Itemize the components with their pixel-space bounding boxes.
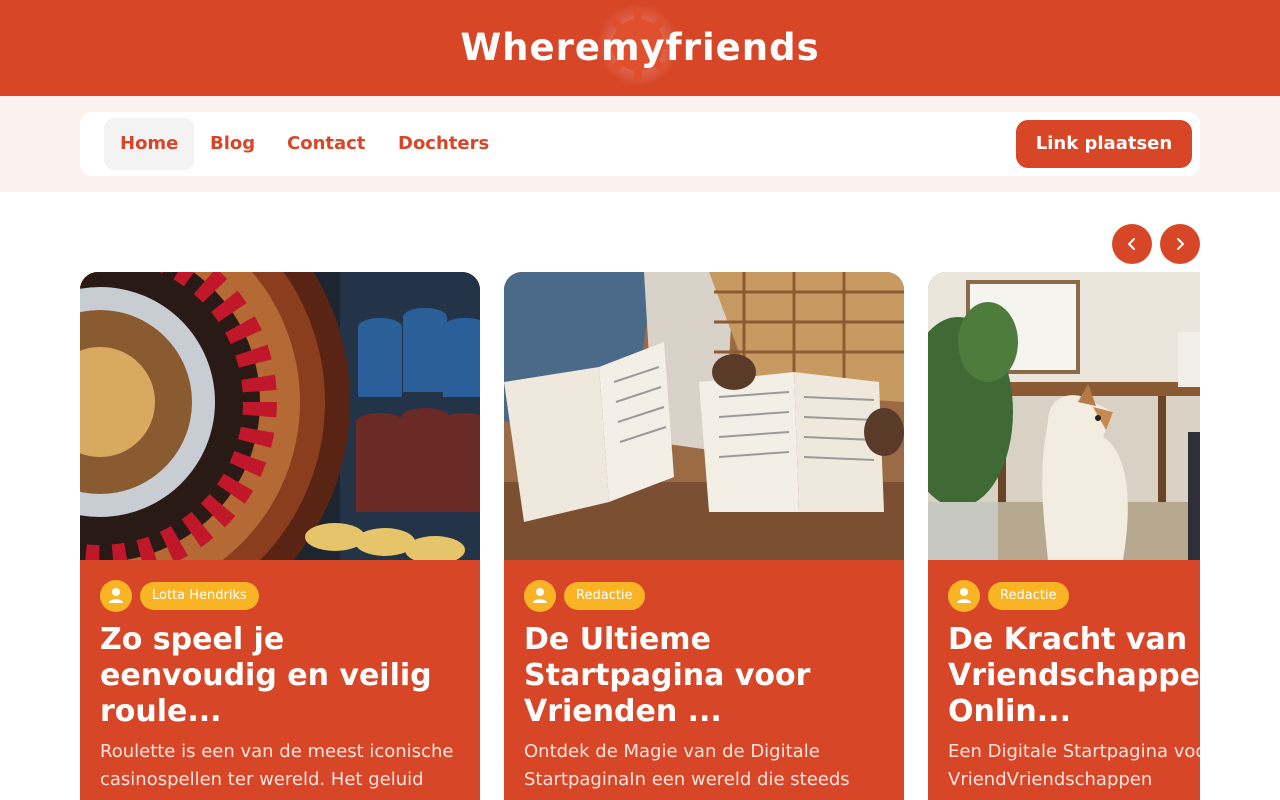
- card-title[interactable]: De Ultieme Startpagina voor Vrienden ...: [524, 622, 884, 730]
- chevron-right-icon: [1177, 238, 1184, 250]
- chevron-left-icon: [1128, 238, 1135, 250]
- nav-item-home[interactable]: Home: [104, 118, 195, 170]
- user-icon: [957, 588, 971, 603]
- card-excerpt: Een Digitale Startpagina voor Moderne Vr…: [948, 741, 1200, 790]
- carousel-prev-button[interactable]: [1112, 224, 1152, 264]
- nav-item-dochters[interactable]: Dochters: [382, 118, 505, 170]
- link-plaatsen-button[interactable]: Link plaatsen: [1016, 120, 1192, 168]
- dog-cafe-image[interactable]: [928, 272, 1200, 560]
- article-carousel: Lotta Hendriks Zo speel je eenvoudig en …: [80, 272, 1200, 800]
- card-title[interactable]: Zo speel je eenvoudig en veilig roule...: [100, 622, 460, 730]
- card-excerpt: Ontdek de Magie van de Digitale Startpag…: [524, 741, 850, 790]
- site-title[interactable]: Wheremyfriends: [0, 26, 1280, 69]
- main-nav: Home Blog Contact Dochters Link plaatsen: [80, 112, 1200, 176]
- nav-item-contact[interactable]: Contact: [271, 118, 381, 170]
- author-badge[interactable]: Redactie: [988, 582, 1069, 610]
- card-body: Redactie De Kracht van Vriendschappen On…: [948, 580, 1200, 794]
- card-meta: Lotta Hendriks: [100, 580, 470, 612]
- user-icon: [533, 588, 547, 603]
- card-body: Redactie De Ultieme Startpagina voor Vri…: [524, 580, 894, 794]
- article-card[interactable]: Redactie De Kracht van Vriendschappen On…: [928, 272, 1200, 800]
- author-badge[interactable]: Redactie: [564, 582, 645, 610]
- author-badge[interactable]: Lotta Hendriks: [140, 582, 259, 610]
- card-title[interactable]: De Kracht van Vriendschappen Onlin...: [948, 622, 1200, 730]
- card-meta: Redactie: [524, 580, 894, 612]
- books-image[interactable]: [504, 272, 904, 560]
- avatar: [948, 580, 980, 612]
- user-icon: [109, 588, 123, 603]
- site-header: Wheremyfriends: [0, 0, 1280, 96]
- nav-band: Home Blog Contact Dochters Link plaatsen: [0, 96, 1280, 192]
- nav-item-blog[interactable]: Blog: [194, 118, 271, 170]
- card-body: Lotta Hendriks Zo speel je eenvoudig en …: [100, 580, 470, 794]
- card-excerpt: Roulette is een van de meest iconische c…: [100, 741, 454, 790]
- avatar: [524, 580, 556, 612]
- carousel-next-button[interactable]: [1160, 224, 1200, 264]
- roulette-image[interactable]: [80, 272, 480, 560]
- avatar: [100, 580, 132, 612]
- card-meta: Redactie: [948, 580, 1200, 612]
- article-card[interactable]: Redactie De Ultieme Startpagina voor Vri…: [504, 272, 904, 800]
- article-card[interactable]: Lotta Hendriks Zo speel je eenvoudig en …: [80, 272, 480, 800]
